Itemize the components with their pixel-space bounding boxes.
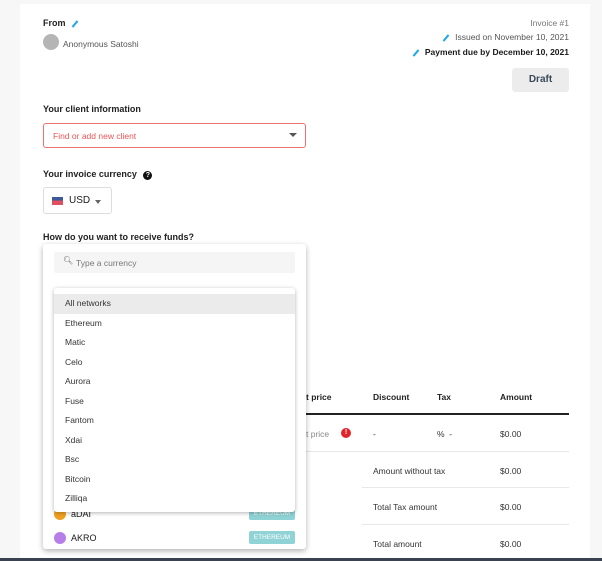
network-option-bitcoin[interactable]: Bitcoin [54,470,295,490]
network-option-all-networks[interactable]: All networks [54,294,295,314]
network-option-matic[interactable]: Matic [54,333,295,353]
chevron-down-icon [95,200,101,207]
network-list: All networks Ethereum Matic Celo Aurora Fuse F… [54,288,295,512]
invoice-number: Invoice #1 [530,18,569,28]
draft-button[interactable]: Draft [512,68,569,92]
network-option-aurora[interactable]: Aurora [54,372,295,392]
network-badge: ETHEREUM [249,531,295,544]
from-label: From [43,18,79,28]
amount-value: $0.00 [500,429,522,439]
funds-label: How do you want to receive funds? [43,232,195,242]
divider [362,524,569,525]
amount-without-tax-label: Amount without tax [373,466,446,476]
header-divider [290,413,569,415]
network-option-bsc[interactable]: Bsc [54,450,295,470]
discount-value[interactable]: - [373,429,376,439]
search-placeholder: Type a currency [76,258,137,268]
total-tax-value: $0.00 [500,502,522,512]
currency-label: Your invoice currency ? [43,169,153,180]
header-tax: Tax [437,392,452,402]
header-amount: Amount [500,392,533,402]
currency-search-input[interactable]: 🔍︎ Type a currency [54,252,295,273]
network-option-ethereum[interactable]: Ethereum [54,314,295,334]
client-placeholder: Find or add new client [53,131,137,141]
total-tax-label: Total Tax amount [373,502,438,512]
due-date[interactable]: Payment due by December 10, 2021 [412,47,569,57]
chevron-down-icon [289,133,297,141]
currency-dropdown: 🔍︎ Type a currency All networks Ethereum M… [43,244,306,549]
client-label: Your client information [43,104,141,114]
network-option-xdai[interactable]: Xdai [54,431,295,451]
network-option-zilliqa[interactable]: Zilliqa [54,489,295,509]
error-icon: ! [341,428,351,438]
currency-option-akro[interactable]: AKRO [71,533,97,543]
network-option-celo[interactable]: Celo [54,353,295,373]
total-amount-value: $0.00 [500,539,522,549]
network-option-fuse[interactable]: Fuse [54,392,295,412]
akro-icon [54,532,66,544]
currency-value: USD [69,195,91,206]
us-flag-icon [52,197,63,205]
search-icon: 🔍︎ [63,256,74,265]
client-select[interactable]: Find or add new client [43,123,306,148]
currency-select[interactable]: USD [43,187,112,214]
issued-date[interactable]: Issued on November 10, 2021 [442,32,569,42]
header-unit-price: t price [306,392,332,402]
network-option-fantom[interactable]: Fantom [54,411,295,431]
amount-without-tax-value: $0.00 [500,466,522,476]
sender-name: Anonymous Satoshi [63,39,139,49]
tax-value[interactable]: % - [437,429,452,439]
avatar-icon [43,34,59,50]
divider [362,487,569,488]
help-icon[interactable]: ? [143,171,153,180]
divider [290,451,569,452]
header-discount: Discount [373,392,410,402]
unit-price-input[interactable]: t price [306,429,329,439]
total-amount-label: Total amount [373,539,422,549]
